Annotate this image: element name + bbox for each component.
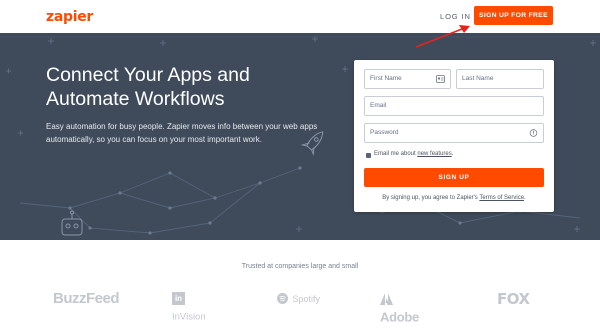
buzzfeed-logo: BuzzFeed <box>53 290 120 307</box>
annotation-arrow <box>415 25 470 48</box>
robot-illustration <box>61 210 83 236</box>
terms-text: By signing up, you agree to Zapier's <box>382 195 480 201</box>
invision-logo: in InVision <box>172 290 220 322</box>
contact-card-icon <box>436 75 445 83</box>
email-updates-label-period: . <box>451 151 454 157</box>
fox-logo: FOX <box>497 290 530 308</box>
terms-of-service-link[interactable]: Terms of Service <box>479 195 524 201</box>
email-placeholder: Email <box>370 102 387 109</box>
terms-notice: By signing up, you agree to Zapier's Ter… <box>354 195 554 201</box>
email-updates-label-text: Email me about <box>374 151 418 157</box>
password-placeholder: Password <box>370 129 399 136</box>
spotify-logo: Spotify <box>277 290 325 310</box>
signup-form-card: First Name Last Name Email Password Emai… <box>354 60 554 212</box>
spotify-mark-icon <box>277 293 288 305</box>
invision-mark-icon: in <box>172 292 185 306</box>
first-name-placeholder: First Name <box>370 75 402 82</box>
last-name-placeholder: Last Name <box>462 75 494 82</box>
first-name-field[interactable]: First Name <box>364 69 451 89</box>
adobe-wordmark: Adobe <box>380 309 419 325</box>
adobe-logo: Adobe <box>380 290 436 324</box>
email-field[interactable]: Email <box>364 96 544 116</box>
password-reveal-icon[interactable] <box>529 129 538 137</box>
signup-submit-button[interactable]: SIGN UP <box>364 168 544 187</box>
email-updates-label: Email me about new features. <box>374 151 453 157</box>
hero-description: Easy automation for busy people. Zapier … <box>46 122 318 144</box>
terms-period: . <box>524 195 526 201</box>
password-field[interactable]: Password <box>364 123 544 143</box>
spotify-wordmark: Spotify <box>292 293 320 304</box>
trusted-heading: Trusted at companies large and small <box>241 263 359 270</box>
email-updates-checkbox[interactable] <box>366 153 371 158</box>
new-features-link[interactable]: new features <box>417 151 451 157</box>
hero-headline: Connect Your Apps and Automate Workflows <box>46 64 250 110</box>
last-name-field[interactable]: Last Name <box>456 69 544 89</box>
adobe-mark-icon <box>380 292 393 305</box>
invision-wordmark: InVision <box>172 311 206 323</box>
